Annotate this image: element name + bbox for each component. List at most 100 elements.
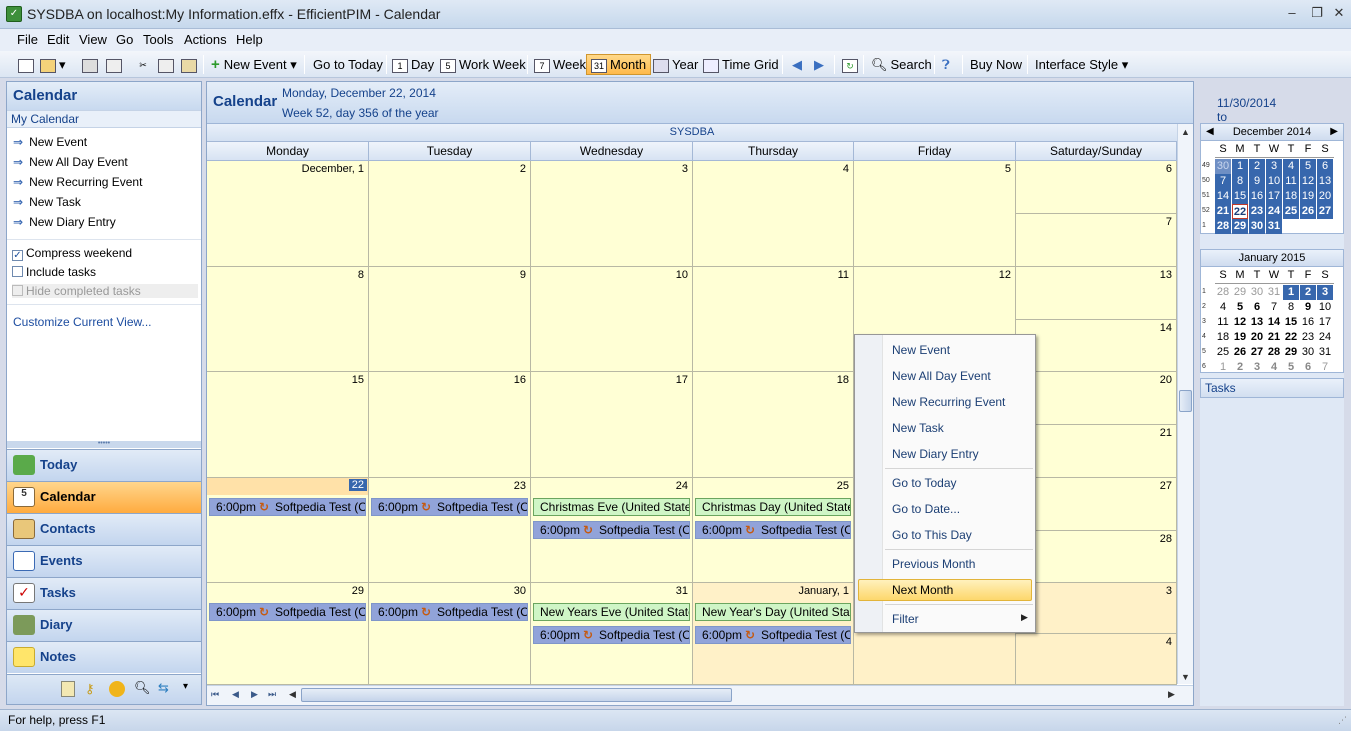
mini-day[interactable]: 4 (1215, 300, 1231, 315)
day-cell[interactable]: 7 (1016, 214, 1177, 267)
mini-day[interactable]: 24 (1317, 330, 1333, 345)
mini-day[interactable]: 17 (1317, 315, 1333, 330)
open-folder-icon[interactable]: ▾ (36, 54, 70, 75)
mini-day[interactable]: 30 (1300, 345, 1316, 360)
mini-day[interactable]: 7 (1317, 360, 1333, 375)
day-cell[interactable]: 15 (207, 372, 369, 478)
horizontal-scrollbar[interactable]: ⏮ ◀ ▶ ⏭ ◀ ▶ (207, 685, 1193, 705)
menu-file[interactable]: File (17, 32, 38, 47)
mini-day[interactable]: 4 (1266, 360, 1282, 375)
mini-day[interactable]: 5 (1232, 300, 1248, 315)
mini-day[interactable]: 8 (1283, 300, 1299, 315)
magnifier-icon[interactable]: 🔍︎ (134, 680, 151, 696)
mini-day[interactable]: 21 (1215, 204, 1231, 219)
ctx-new-event[interactable]: New Event (892, 343, 950, 357)
week-view-button[interactable]: 7 Week (530, 54, 590, 75)
mini-day[interactable]: 6 (1249, 300, 1265, 315)
menu-tools[interactable]: Tools (143, 32, 173, 47)
mini-day[interactable]: 12 (1232, 315, 1248, 330)
mini-day[interactable]: 28 (1215, 219, 1231, 234)
compress-weekend-checkbox[interactable]: ✓ Compress weekend (12, 246, 132, 261)
nav-notes[interactable]: Notes (7, 641, 201, 673)
mini-day[interactable]: 31 (1266, 285, 1282, 300)
help-icon[interactable]: ❓︎ (938, 54, 954, 75)
menu-help[interactable]: Help (236, 32, 263, 47)
new-event-button[interactable]: + New Event ▾ (207, 54, 301, 75)
mini-day[interactable]: 16 (1300, 315, 1316, 330)
day-cell[interactable]: 14 (1016, 320, 1177, 372)
year-view-button[interactable]: Year (649, 54, 702, 75)
mini-day[interactable]: 14 (1215, 189, 1231, 204)
nav-today[interactable]: Today (7, 449, 201, 481)
mini-day[interactable]: 28 (1266, 345, 1282, 360)
scroll-left-icon[interactable]: ◀ (289, 689, 296, 700)
work-week-view-button[interactable]: 5 Work Week (436, 54, 530, 75)
day-cell[interactable]: December, 1 (207, 161, 369, 267)
mini-day[interactable]: 7 (1266, 300, 1282, 315)
mini-day[interactable]: 11 (1283, 174, 1299, 189)
print-preview-icon[interactable] (102, 54, 129, 75)
day-cell[interactable]: 24 Christmas Eve (United States) 6:00pm ↻… (531, 478, 693, 583)
day-cell[interactable]: 28 (1016, 531, 1177, 583)
day-cell[interactable]: 27 (1016, 478, 1177, 531)
scroll-thumb[interactable] (1179, 390, 1192, 412)
mini-day[interactable]: 7 (1215, 174, 1231, 189)
my-calendar-label[interactable]: My Calendar (7, 110, 201, 128)
menu-view[interactable]: View (79, 32, 107, 47)
day-cell[interactable]: 4 (1016, 634, 1177, 685)
minimize-button[interactable]: – (1281, 4, 1303, 22)
day-cell[interactable]: 13 (1016, 267, 1177, 320)
mini-day[interactable]: 23 (1249, 204, 1265, 219)
scroll-right-icon[interactable]: ▶ (1168, 689, 1175, 700)
task-new-task[interactable]: ⇒ New Task (13, 195, 81, 209)
mini-day[interactable]: 18 (1283, 189, 1299, 204)
mini-prev-month-icon[interactable]: ◀ (1206, 124, 1214, 140)
ctx-filter[interactable]: Filter (892, 612, 919, 626)
mini-day[interactable]: 20 (1249, 330, 1265, 345)
day-cell[interactable]: 16 (369, 372, 531, 478)
day-cell[interactable]: 20 (1016, 372, 1177, 425)
buy-now-button[interactable]: Buy Now (966, 54, 1026, 75)
mini-day[interactable]: 6 (1300, 360, 1316, 375)
nav-events[interactable]: Events (7, 545, 201, 577)
mini-day[interactable]: 3 (1249, 360, 1265, 375)
mini-day[interactable]: 17 (1266, 189, 1282, 204)
mini-day[interactable]: 27 (1249, 345, 1265, 360)
mini-day[interactable]: 14 (1266, 315, 1282, 330)
search-button[interactable]: 🔍︎ Search (867, 54, 936, 75)
mini-day[interactable]: 13 (1249, 315, 1265, 330)
mini-day[interactable]: 3 (1317, 285, 1333, 300)
day-cell[interactable]: 5 (854, 161, 1016, 267)
mini-day[interactable]: 9 (1249, 174, 1265, 189)
nav-diary[interactable]: Diary (7, 609, 201, 641)
ctx-new-task[interactable]: New Task (892, 421, 944, 435)
time-grid-button[interactable]: Time Grid (699, 54, 783, 75)
previous-arrow-icon[interactable]: ◀ (788, 54, 806, 75)
day-cell[interactable]: 3 (1016, 583, 1177, 634)
mini-day[interactable]: 5 (1283, 360, 1299, 375)
day-cell[interactable]: 31 New Years Eve (United States) 6:00pm ↻… (531, 583, 693, 685)
day-cell[interactable]: 17 (531, 372, 693, 478)
mini-day[interactable]: 27 (1317, 204, 1333, 219)
task-new-all-day-event[interactable]: ⇒ New All Day Event (13, 155, 128, 169)
tasks-panel-header[interactable]: Tasks (1200, 378, 1344, 398)
mini-day[interactable]: 19 (1232, 330, 1248, 345)
maximize-button[interactable]: ❐ (1306, 4, 1328, 22)
task-new-recurring-event[interactable]: ⇒ New Recurring Event (13, 175, 142, 189)
mini-day[interactable]: 10 (1317, 300, 1333, 315)
splitter-handle[interactable]: ••••• (7, 440, 201, 448)
mini-day[interactable]: 21 (1266, 330, 1282, 345)
mini-day[interactable]: 2 (1232, 360, 1248, 375)
day-cell[interactable]: 3 (531, 161, 693, 267)
mini-day[interactable]: 15 (1283, 315, 1299, 330)
ctx-go-to-date[interactable]: Go to Date... (892, 502, 960, 516)
nav-contacts[interactable]: Contacts (7, 513, 201, 545)
day-cell[interactable]: 9 (369, 267, 531, 372)
ctx-go-to-today[interactable]: Go to Today (892, 476, 957, 490)
mini-day[interactable]: 1 (1215, 360, 1231, 375)
mini-day[interactable]: 30 (1215, 159, 1231, 174)
task-new-event[interactable]: ⇒ New Event (13, 135, 87, 149)
holiday-event[interactable]: Christmas Day (United States) (695, 498, 851, 516)
appointment[interactable]: 6:00pm ↻ Softpedia Test (Of (533, 626, 690, 644)
hide-completed-tasks-checkbox[interactable]: Hide completed tasks (12, 284, 198, 298)
